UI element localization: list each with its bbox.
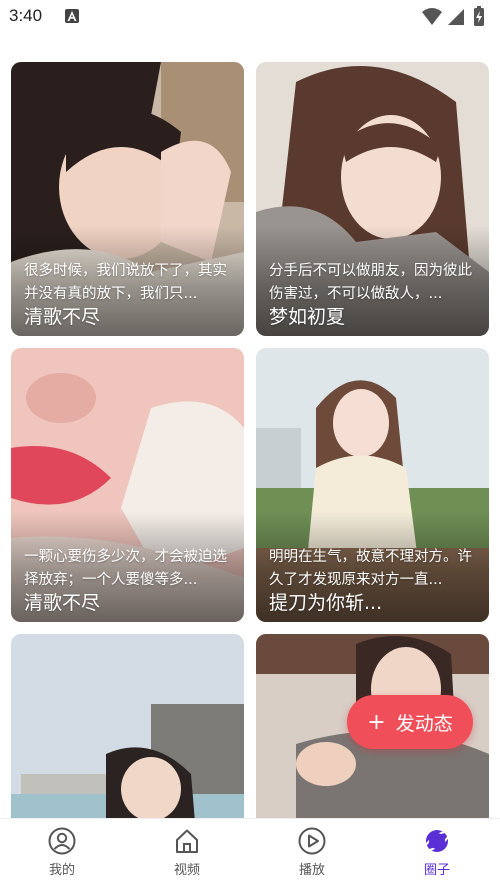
- post-card[interactable]: 很多时候，我们说放下了，其实并没有真的放下，我们只... 清歌不尽: [11, 62, 244, 336]
- post-author: 梦如初夏: [269, 306, 346, 328]
- nav-item-video[interactable]: 视频: [147, 827, 227, 887]
- play-icon: [298, 827, 326, 855]
- post-description: 很多时候，我们说放下了，其实并没有真的放下，我们只...: [24, 263, 227, 302]
- post-author: 清歌不尽: [24, 592, 101, 614]
- nav-label: 圈子: [423, 863, 450, 878]
- post-card[interactable]: 一颗心要伤多少次，才会被迫选择放弃；一个人要傻等多... 清歌不尽: [11, 348, 244, 622]
- home-icon: [176, 829, 198, 853]
- post-author: 清歌不尽: [24, 306, 101, 328]
- nav-item-play[interactable]: 播放: [272, 827, 352, 887]
- post-photo: [11, 634, 244, 834]
- nav-label: 视频: [173, 863, 200, 878]
- post-description: 明明在生气，故意不理对方。许久了才发现原来对方一直...: [269, 549, 472, 588]
- post-button-label: 发动态: [395, 712, 453, 735]
- person-icon: [48, 827, 76, 855]
- post-feed: 很多时候，我们说放下了，其实并没有真的放下，我们只... 清歌不尽 分手后不可以…: [0, 0, 500, 888]
- plus-icon: +: [367, 709, 386, 735]
- post-description: 一颗心要伤多少次，才会被迫选择放弃；一个人要傻等多...: [24, 549, 227, 588]
- post-card[interactable]: 明明在生气，故意不理对方。许久了才发现原来对方一直... 提刀为你斩...: [256, 348, 489, 622]
- bottom-nav: 我的 视频 播放 圈子: [0, 818, 500, 888]
- circle-orbit-icon: [424, 830, 450, 852]
- nav-label: 我的: [48, 863, 75, 878]
- nav-label: 播放: [298, 863, 325, 878]
- post-card[interactable]: [11, 634, 244, 834]
- post-author: 提刀为你斩...: [269, 592, 383, 614]
- post-card[interactable]: 分手后不可以做朋友，因为彼此伤害过，不可以做敌人，... 梦如初夏: [256, 62, 489, 336]
- nav-item-mine[interactable]: 我的: [22, 827, 102, 887]
- post-status-button[interactable]: + 发动态: [347, 695, 473, 749]
- post-description: 分手后不可以做朋友，因为彼此伤害过，不可以做敌人，...: [269, 263, 472, 302]
- nav-item-circle[interactable]: 圈子: [397, 827, 477, 887]
